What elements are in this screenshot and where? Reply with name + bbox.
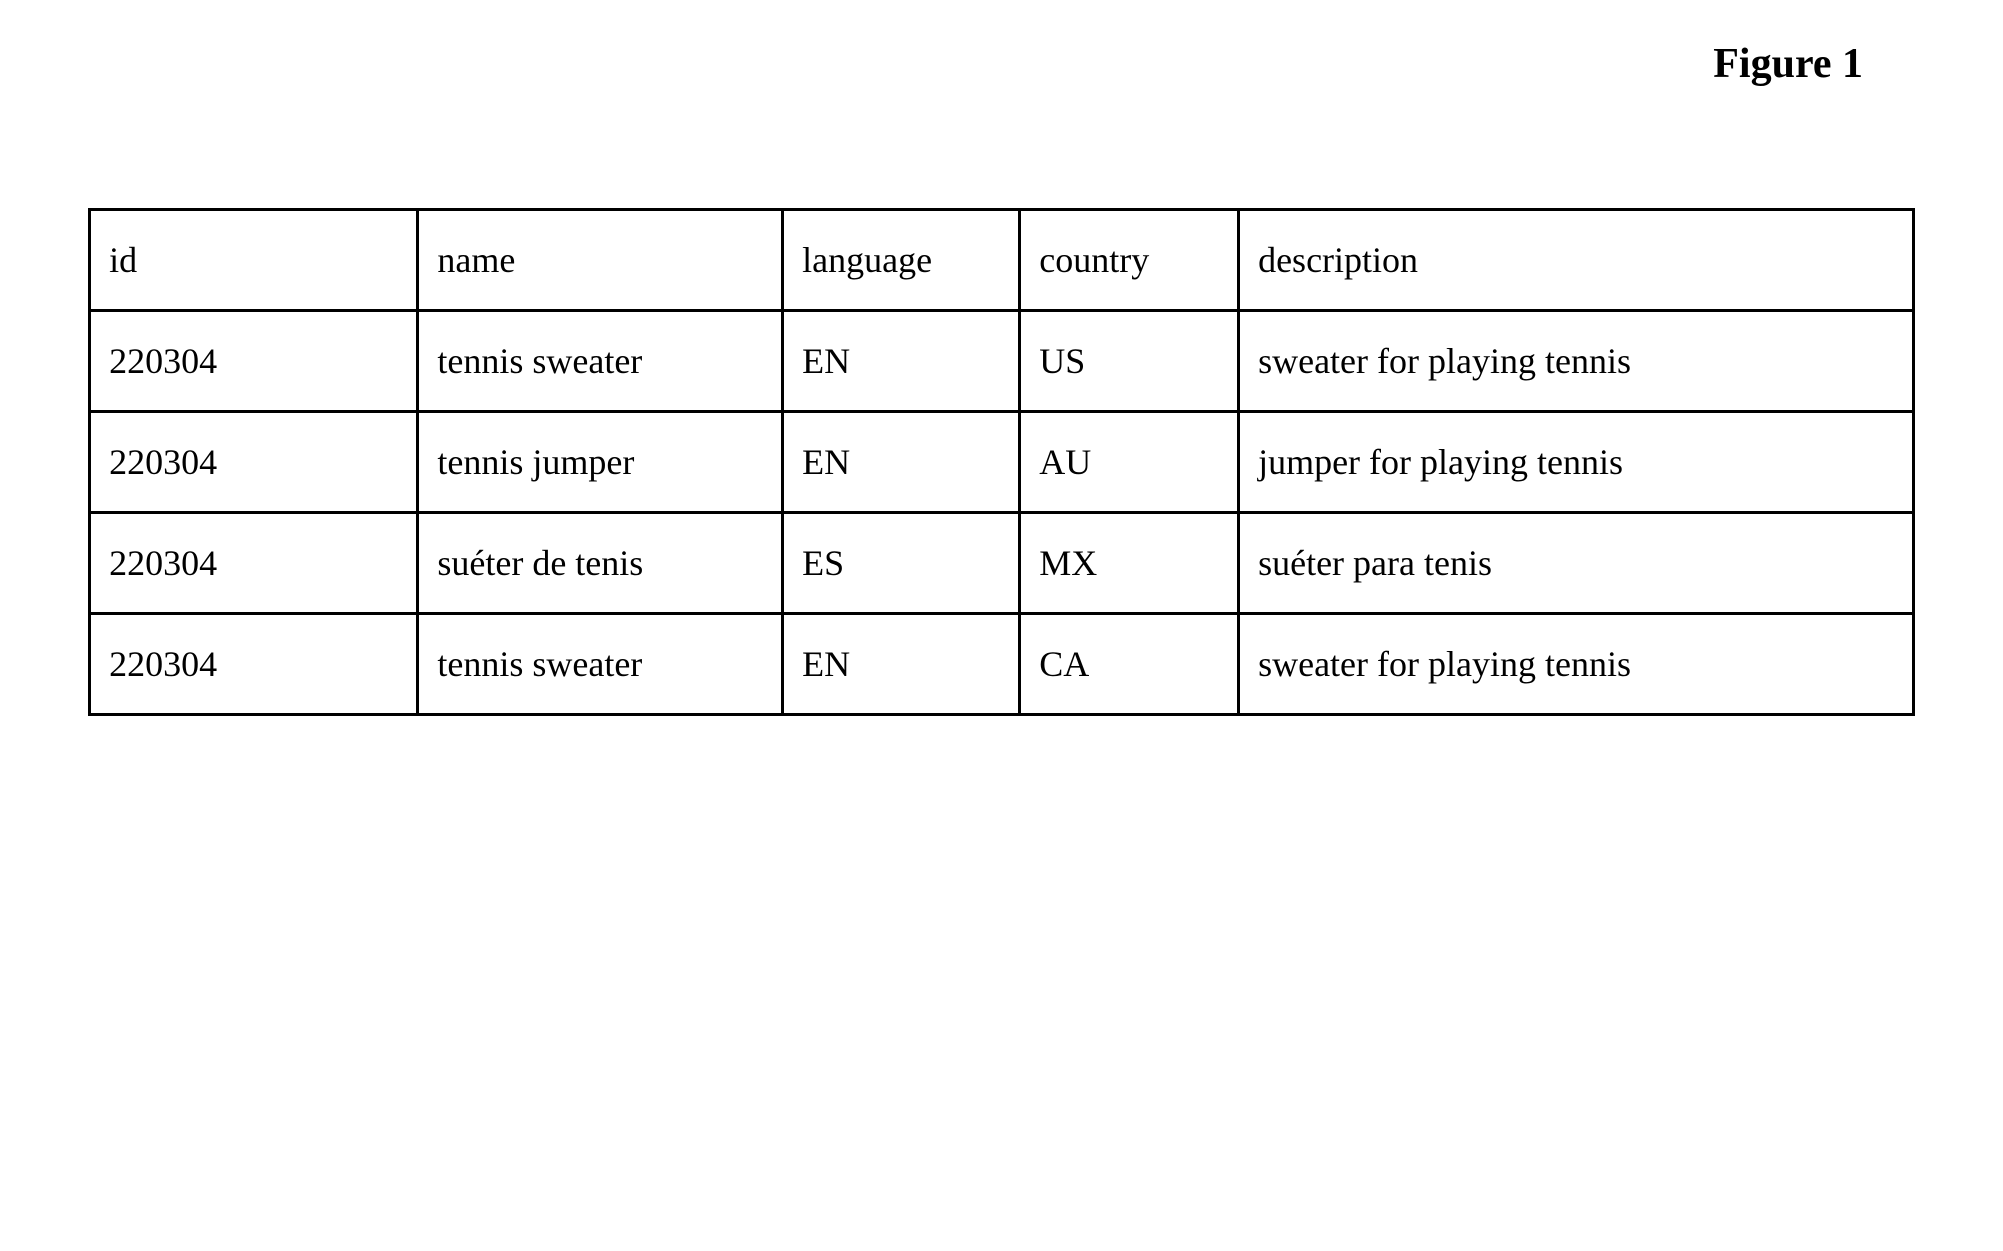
cell-country: MX bbox=[1020, 513, 1239, 614]
cell-country: AU bbox=[1020, 412, 1239, 513]
cell-language: EN bbox=[783, 412, 1020, 513]
figure-title: Figure 1 bbox=[40, 40, 1963, 88]
table-row: 220304 tennis sweater EN US sweater for … bbox=[90, 311, 1914, 412]
header-language: language bbox=[783, 210, 1020, 311]
cell-country: US bbox=[1020, 311, 1239, 412]
cell-id: 220304 bbox=[90, 311, 418, 412]
cell-name: tennis sweater bbox=[418, 614, 783, 715]
cell-id: 220304 bbox=[90, 513, 418, 614]
header-name: name bbox=[418, 210, 783, 311]
data-table: id name language country description 220… bbox=[88, 208, 1915, 716]
table-row: 220304 tennis sweater EN CA sweater for … bbox=[90, 614, 1914, 715]
header-id: id bbox=[90, 210, 418, 311]
cell-language: ES bbox=[783, 513, 1020, 614]
cell-name: tennis jumper bbox=[418, 412, 783, 513]
cell-country: CA bbox=[1020, 614, 1239, 715]
table-header-row: id name language country description bbox=[90, 210, 1914, 311]
cell-description: jumper for playing tennis bbox=[1239, 412, 1914, 513]
cell-description: sweater for playing tennis bbox=[1239, 614, 1914, 715]
cell-description: suéter para tenis bbox=[1239, 513, 1914, 614]
table-row: 220304 tennis jumper EN AU jumper for pl… bbox=[90, 412, 1914, 513]
cell-id: 220304 bbox=[90, 412, 418, 513]
header-description: description bbox=[1239, 210, 1914, 311]
cell-language: EN bbox=[783, 614, 1020, 715]
cell-name: tennis sweater bbox=[418, 311, 783, 412]
cell-language: EN bbox=[783, 311, 1020, 412]
table-row: 220304 suéter de tenis ES MX suéter para… bbox=[90, 513, 1914, 614]
header-country: country bbox=[1020, 210, 1239, 311]
cell-id: 220304 bbox=[90, 614, 418, 715]
cell-name: suéter de tenis bbox=[418, 513, 783, 614]
cell-description: sweater for playing tennis bbox=[1239, 311, 1914, 412]
